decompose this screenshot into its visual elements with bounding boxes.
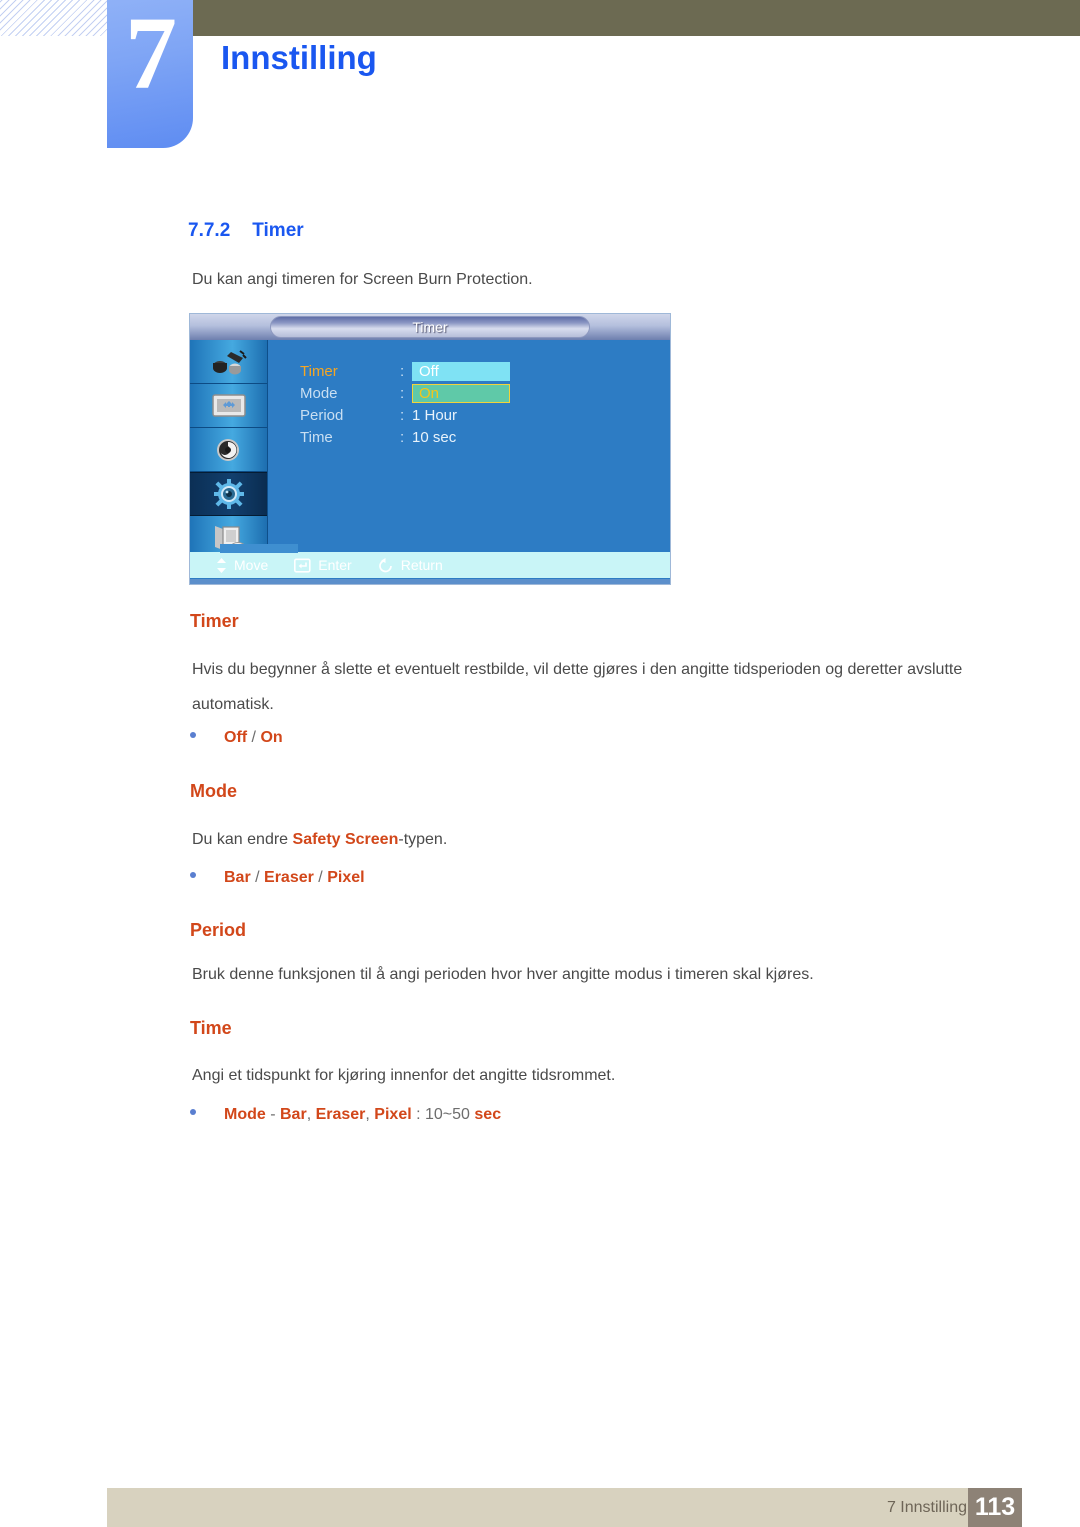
osd-screenshot: Timer Timer: Off Mode: On Period: 1 H… bbox=[189, 313, 671, 585]
osd-row-colon: : bbox=[400, 406, 405, 424]
osd-body: Timer : Off Mode : On Period : 1 Hour Ti… bbox=[190, 340, 670, 584]
setup-gear-icon bbox=[212, 479, 246, 509]
header-band bbox=[192, 0, 1080, 36]
osd-row-colon: : bbox=[400, 384, 405, 402]
subsection-heading-mode: Mode bbox=[190, 781, 237, 801]
input-source-icon bbox=[211, 349, 247, 375]
osd-sidebar-item-setup[interactable] bbox=[190, 472, 267, 516]
footer-chapter-label: 7 Innstilling bbox=[886, 1499, 967, 1516]
osd-row-colon: : bbox=[400, 428, 405, 446]
osd-sidebar bbox=[190, 340, 268, 560]
osd-bottom-edge bbox=[190, 579, 670, 584]
osd-row[interactable]: Period : 1 Hour bbox=[300, 404, 640, 426]
bullet-dot-icon bbox=[190, 732, 196, 738]
osd-help-move-label: Move bbox=[234, 557, 269, 573]
footer-bar bbox=[107, 1488, 1022, 1527]
bullet-dot-icon bbox=[190, 1109, 196, 1115]
bullet-timer-values: Off / On bbox=[190, 729, 283, 747]
osd-title-text: Timer bbox=[412, 319, 448, 335]
bullet-dot-icon bbox=[190, 872, 196, 878]
osd-row-label: Mode bbox=[300, 384, 338, 402]
osd-row[interactable]: Timer : Off bbox=[300, 360, 640, 382]
osd-row-label: Period bbox=[300, 406, 344, 424]
section-title: Timer bbox=[252, 220, 304, 241]
chapter-title: Innstilling bbox=[221, 39, 377, 76]
picture-screen-icon bbox=[210, 392, 248, 420]
subsection-paragraph-mode: Du kan endre Safety Screen-typen. bbox=[192, 831, 448, 848]
enter-key-icon bbox=[294, 557, 311, 573]
osd-help-return-label: Return bbox=[400, 557, 443, 573]
section-number: 7.7.2 bbox=[188, 220, 231, 241]
osd-row-label: Time bbox=[300, 428, 333, 446]
bullet-text: Off / On bbox=[224, 729, 283, 746]
osd-sidebar-item-sound[interactable] bbox=[190, 428, 267, 472]
osd-row[interactable]: Mode : On bbox=[300, 382, 640, 404]
bullet-text: Mode - Bar, Eraser, Pixel : 10~50 sec bbox=[224, 1106, 502, 1123]
move-updown-icon bbox=[216, 557, 227, 573]
return-arrow-icon bbox=[378, 557, 394, 573]
osd-row-value[interactable]: 1 Hour bbox=[412, 407, 457, 424]
osd-help-enter: Enter bbox=[294, 557, 352, 573]
osd-sidebar-item-picture[interactable] bbox=[190, 384, 267, 428]
osd-row-value[interactable]: 10 sec bbox=[412, 429, 456, 446]
subsection-heading-period: Period bbox=[190, 920, 247, 940]
subsection-paragraph-time: Angi et tidspunkt for kjøring innenfor d… bbox=[192, 1067, 616, 1084]
subsection-paragraph-period: Bruk denne funksjonen til å angi periode… bbox=[192, 966, 814, 983]
osd-row-value[interactable]: Off bbox=[412, 361, 510, 381]
osd-row-value[interactable]: On bbox=[412, 383, 510, 403]
subsection-heading-time: Time bbox=[190, 1018, 232, 1038]
osd-row-label: Timer bbox=[300, 362, 338, 380]
osd-row-colon: : bbox=[400, 362, 405, 380]
osd-title-pill: Timer bbox=[270, 316, 590, 338]
chapter-tab: 7 bbox=[107, 0, 193, 148]
osd-menu-rows: Timer : Off Mode : On Period : 1 Hour Ti… bbox=[300, 360, 640, 448]
osd-help-enter-label: Enter bbox=[318, 557, 352, 573]
chapter-number: 7 bbox=[125, 0, 177, 111]
page-header: 7 Innstilling bbox=[0, 0, 1080, 150]
sound-speaker-icon bbox=[212, 436, 246, 464]
osd-help-move: Move bbox=[216, 557, 268, 573]
hatch-decoration bbox=[0, 0, 108, 36]
osd-sidebar-item-input[interactable] bbox=[190, 340, 267, 384]
osd-row[interactable]: Time : 10 sec bbox=[300, 426, 640, 448]
bullet-time-values: Mode - Bar, Eraser, Pixel : 10~50 sec bbox=[190, 1106, 501, 1124]
bullet-mode-values: Bar / Eraser / Pixel bbox=[190, 869, 365, 887]
subsection-paragraph-timer: Hvis du begynner å slette et eventuelt r… bbox=[192, 661, 963, 713]
osd-title-band: Timer bbox=[190, 314, 670, 340]
subsection-heading-timer: Timer bbox=[190, 611, 239, 631]
osd-help-bar: Move Enter Return bbox=[190, 544, 670, 578]
osd-help-bar-notch bbox=[220, 544, 298, 553]
footer-page-number: 113 bbox=[968, 1488, 1022, 1527]
osd-help-return: Return bbox=[378, 557, 443, 573]
section-heading: 7.7.2 Timer bbox=[188, 220, 304, 242]
bullet-text: Bar / Eraser / Pixel bbox=[224, 869, 365, 886]
section-intro: Du kan angi timeren for Screen Burn Prot… bbox=[192, 271, 533, 288]
